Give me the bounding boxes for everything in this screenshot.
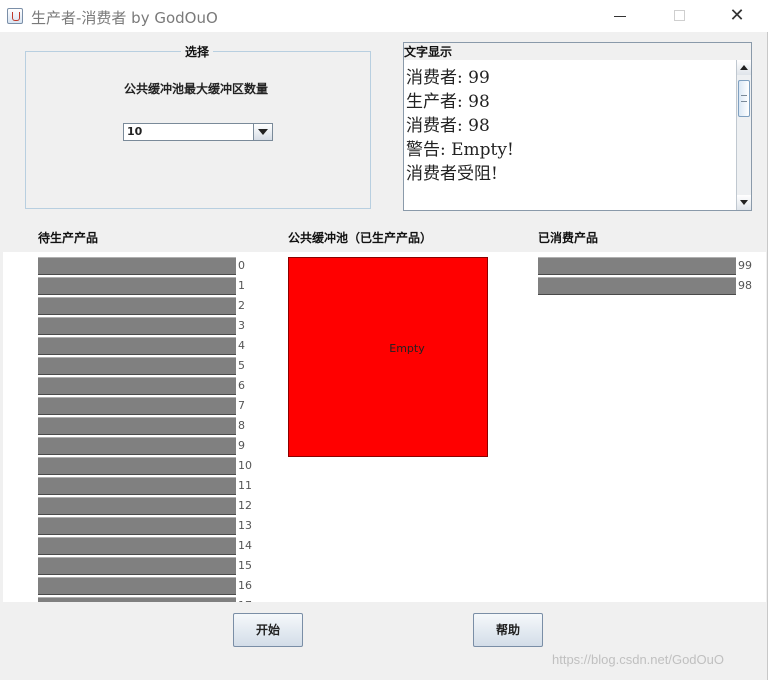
consumed-product-label: 98 bbox=[738, 279, 752, 292]
scroll-up-icon[interactable] bbox=[737, 60, 751, 75]
buffer-size-label: 公共缓冲池最大缓冲区数量 bbox=[124, 82, 269, 96]
pending-product-bar bbox=[38, 437, 236, 455]
pending-product-bar bbox=[38, 357, 236, 375]
maximize-icon bbox=[673, 10, 685, 21]
java-app-icon bbox=[7, 8, 23, 24]
scroll-down-icon[interactable] bbox=[737, 195, 751, 210]
chevron-down-icon[interactable] bbox=[253, 124, 272, 140]
pending-product-bar bbox=[38, 497, 236, 515]
pending-product-label: 8 bbox=[238, 419, 245, 432]
minimize-button[interactable] bbox=[597, 0, 643, 32]
pending-product-label: 11 bbox=[238, 479, 252, 492]
consumed-product-bar bbox=[538, 277, 736, 295]
scroll-thumb[interactable] bbox=[738, 80, 750, 117]
pending-product-bar bbox=[38, 457, 236, 475]
pending-product-label: 14 bbox=[238, 539, 252, 552]
pending-product-bar bbox=[38, 257, 236, 275]
maximize-button[interactable] bbox=[656, 0, 702, 32]
pending-product-bar bbox=[38, 517, 236, 535]
title-bar: 生产者-消费者 by GodOuO ✕ bbox=[0, 0, 768, 32]
help-button[interactable]: 帮助 bbox=[473, 613, 543, 647]
consumed-product-label: 99 bbox=[738, 259, 752, 272]
pending-product-bar bbox=[38, 417, 236, 435]
start-button[interactable]: 开始 bbox=[233, 613, 303, 647]
pending-product-label: 9 bbox=[238, 439, 245, 452]
pending-products-header: 待生产产品 bbox=[38, 231, 99, 245]
log-line: 消费者: 98 bbox=[406, 116, 490, 136]
pending-product-label: 5 bbox=[238, 359, 245, 372]
pending-product-label: 2 bbox=[238, 299, 245, 312]
pending-product-bar bbox=[38, 557, 236, 575]
buffer-size-select[interactable]: 10 bbox=[123, 123, 273, 141]
consumed-products-header: 已消费产品 bbox=[538, 231, 599, 245]
text-display-scrollbar[interactable] bbox=[736, 60, 751, 210]
log-lines: 消费者: 99 生产者: 98 消费者: 98 警告: Empty! 消费者受阻! bbox=[404, 66, 514, 186]
pending-product-label: 1 bbox=[238, 279, 245, 292]
pending-product-label: 0 bbox=[238, 259, 245, 272]
log-line: 消费者受阻! bbox=[406, 164, 498, 184]
log-line: 生产者: 98 bbox=[406, 92, 490, 112]
pending-product-bar bbox=[38, 297, 236, 315]
pending-product-label: 12 bbox=[238, 499, 252, 512]
text-display-area[interactable]: 消费者: 99 生产者: 98 消费者: 98 警告: Empty! 消费者受阻! bbox=[404, 60, 736, 210]
app-window: 生产者-消费者 by GodOuO ✕ 选择 公共缓冲池最大缓冲区数量 10 文… bbox=[0, 0, 768, 680]
buffer-pool-box: Empty bbox=[288, 257, 488, 457]
pending-product-label: 10 bbox=[238, 459, 252, 472]
pending-product-label: 17 bbox=[238, 599, 252, 602]
pending-product-label: 4 bbox=[238, 339, 245, 352]
close-button[interactable]: ✕ bbox=[714, 0, 760, 32]
pending-product-bar bbox=[38, 537, 236, 555]
pending-product-bar bbox=[38, 477, 236, 495]
close-icon: ✕ bbox=[729, 5, 745, 26]
products-area: Empty 012345678910111213141516179998 bbox=[3, 252, 766, 602]
pending-product-bar bbox=[38, 317, 236, 335]
settings-group-title: 选择 bbox=[181, 43, 214, 60]
buffer-size-value: 10 bbox=[127, 125, 143, 138]
pending-product-bar bbox=[38, 577, 236, 595]
consumed-product-bar bbox=[538, 257, 736, 275]
minimize-icon bbox=[614, 16, 626, 17]
pending-product-bar bbox=[38, 277, 236, 295]
log-line: 消费者: 99 bbox=[406, 68, 490, 88]
log-line: 警告: Empty! bbox=[406, 140, 514, 160]
pending-product-label: 13 bbox=[238, 519, 252, 532]
pending-product-label: 3 bbox=[238, 319, 245, 332]
pending-product-bar bbox=[38, 397, 236, 415]
pending-product-bar bbox=[38, 337, 236, 355]
text-display-title: 文字显示 bbox=[404, 45, 453, 59]
pending-product-bar bbox=[38, 377, 236, 395]
pending-product-label: 7 bbox=[238, 399, 245, 412]
pending-product-label: 16 bbox=[238, 579, 252, 592]
watermark: https://blog.csdn.net/GodOuO bbox=[552, 652, 724, 667]
pending-product-label: 6 bbox=[238, 379, 245, 392]
pending-product-label: 15 bbox=[238, 559, 252, 572]
window-title: 生产者-消费者 by GodOuO bbox=[31, 9, 218, 27]
pending-product-bar bbox=[38, 597, 236, 602]
buffer-status: Empty bbox=[389, 342, 425, 355]
buffer-pool-header: 公共缓冲池（已生产产品） bbox=[288, 231, 433, 245]
